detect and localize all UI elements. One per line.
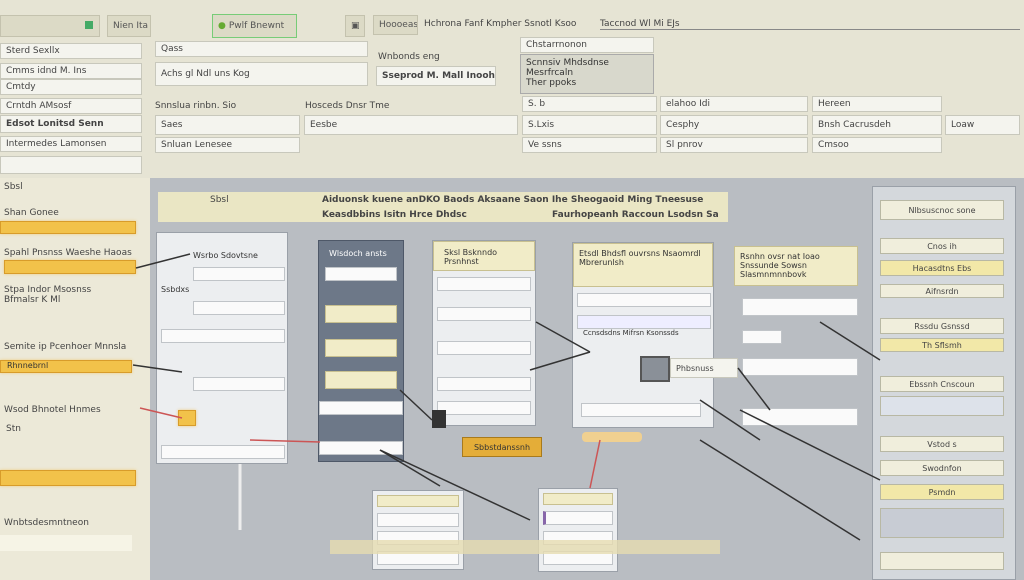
connector-line — [379, 449, 531, 521]
connector-line — [739, 409, 881, 481]
connector-line — [699, 399, 761, 441]
connector-line — [135, 253, 191, 269]
connector-line — [737, 367, 771, 411]
connector-line — [589, 439, 601, 489]
connector-line — [529, 351, 591, 371]
connector-line — [139, 407, 183, 419]
connector-line — [535, 321, 591, 353]
connector-line — [819, 321, 881, 361]
connector-line — [699, 439, 861, 541]
connector-line — [399, 389, 433, 421]
connector-line — [132, 364, 183, 373]
connector-line — [249, 439, 321, 443]
connector-line — [379, 449, 441, 487]
connector-lines — [132, 253, 881, 541]
